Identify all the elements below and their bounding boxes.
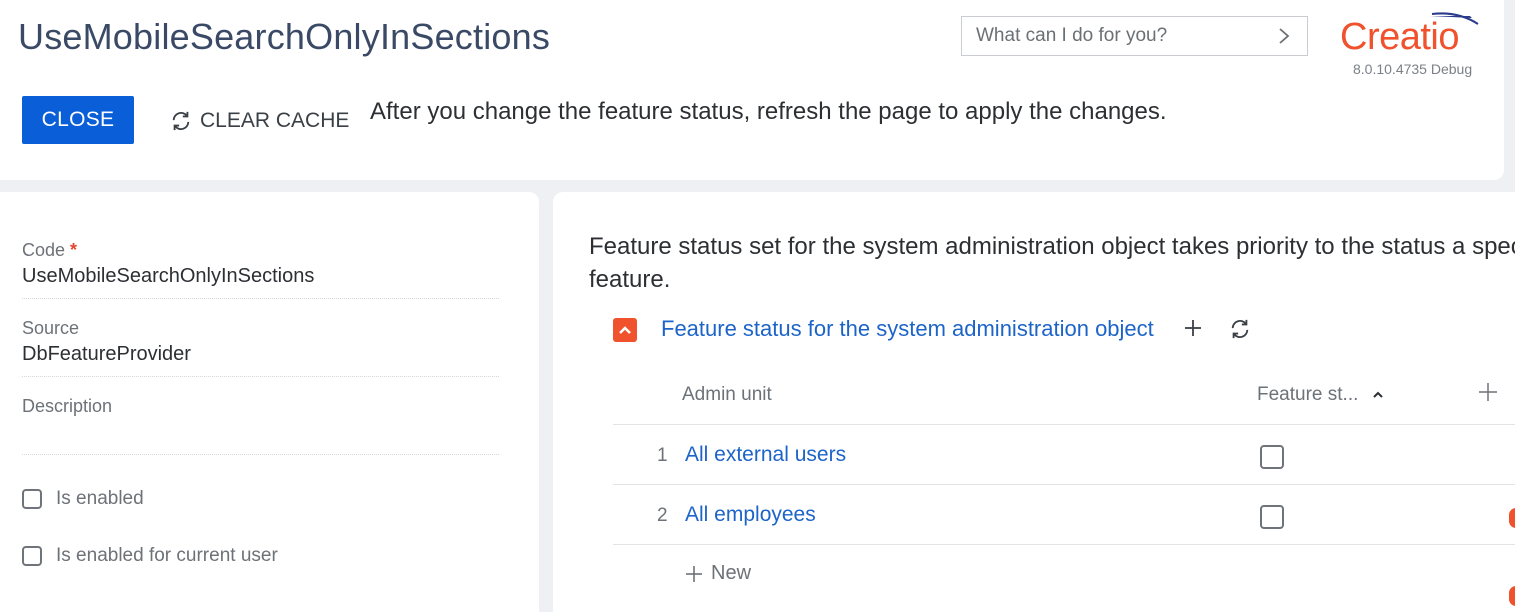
- required-mark: *: [70, 240, 78, 260]
- new-record-label: New: [711, 562, 752, 584]
- group-title[interactable]: Feature status for the system administra…: [661, 316, 1154, 342]
- creatio-logo: Creatio: [1340, 12, 1490, 60]
- logo-swoosh-icon: [1430, 12, 1479, 25]
- command-search[interactable]: [961, 16, 1308, 56]
- page-title: UseMobileSearchOnlyInSections: [18, 16, 551, 57]
- admin-unit-link[interactable]: All external users: [685, 443, 846, 467]
- admin-status-panel: Feature status set for the system admini…: [553, 192, 1515, 612]
- priority-note: Feature status set for the system admini…: [589, 233, 1515, 293]
- is-enabled-current-user-checkbox[interactable]: [22, 546, 42, 566]
- source-value[interactable]: DbFeatureProvider: [22, 343, 499, 366]
- description-label: Description: [22, 396, 113, 416]
- refresh-hint: After you change the feature status, ref…: [370, 98, 1167, 125]
- is-enabled-label: Is enabled: [56, 488, 144, 509]
- plus-icon[interactable]: [1183, 318, 1203, 338]
- add-column-icon[interactable]: [1478, 382, 1498, 402]
- plus-icon: [686, 565, 702, 582]
- admin-unit-link[interactable]: All employees: [685, 503, 816, 527]
- row-number: 1: [657, 445, 668, 466]
- refresh-icon: [172, 111, 190, 131]
- clear-cache-button[interactable]: CLEAR CACHE: [170, 104, 349, 138]
- code-value[interactable]: UseMobileSearchOnlyInSections: [22, 265, 499, 288]
- is-enabled-current-user-row[interactable]: Is enabled for current user: [22, 545, 278, 567]
- search-input[interactable]: [962, 17, 1290, 55]
- version-label: 8.0.10.4735 Debug: [1353, 61, 1473, 77]
- source-field[interactable]: Source DbFeatureProvider: [22, 318, 499, 377]
- source-label: Source: [22, 318, 80, 338]
- chevron-up-icon: [619, 326, 631, 334]
- side-panel-toggle[interactable]: [1509, 508, 1515, 528]
- page-header: UseMobileSearchOnlyInSections Creatio 8.…: [0, 0, 1504, 180]
- collapse-group-button[interactable]: [613, 318, 637, 342]
- table-row[interactable]: 2 All employees: [613, 484, 1515, 545]
- chevron-right-icon[interactable]: [1275, 26, 1293, 46]
- side-panel-toggle[interactable]: [1509, 586, 1515, 606]
- sort-ascending-icon[interactable]: [1371, 388, 1385, 402]
- code-field[interactable]: Code * UseMobileSearchOnlyInSections: [22, 240, 499, 299]
- is-enabled-current-user-label: Is enabled for current user: [56, 545, 278, 566]
- new-record-button[interactable]: New: [685, 562, 751, 585]
- table-row[interactable]: 1 All external users: [613, 424, 1515, 485]
- description-field[interactable]: Description: [22, 396, 499, 455]
- column-header-feature-status[interactable]: Feature st...: [1257, 384, 1358, 406]
- column-header-admin-unit[interactable]: Admin unit: [682, 384, 772, 406]
- feature-details-panel: Code * UseMobileSearchOnlyInSections Sou…: [0, 192, 539, 612]
- close-button[interactable]: CLOSE: [22, 96, 134, 144]
- feature-status-checkbox[interactable]: [1260, 505, 1284, 529]
- refresh-icon[interactable]: [1229, 318, 1251, 340]
- feature-status-checkbox[interactable]: [1260, 445, 1284, 469]
- code-label: Code *: [22, 240, 78, 260]
- is-enabled-checkbox[interactable]: [22, 489, 42, 509]
- is-enabled-row[interactable]: Is enabled: [22, 488, 144, 510]
- clear-cache-label: CLEAR CACHE: [200, 109, 350, 132]
- row-number: 2: [657, 505, 668, 526]
- table-divider: [613, 544, 1515, 546]
